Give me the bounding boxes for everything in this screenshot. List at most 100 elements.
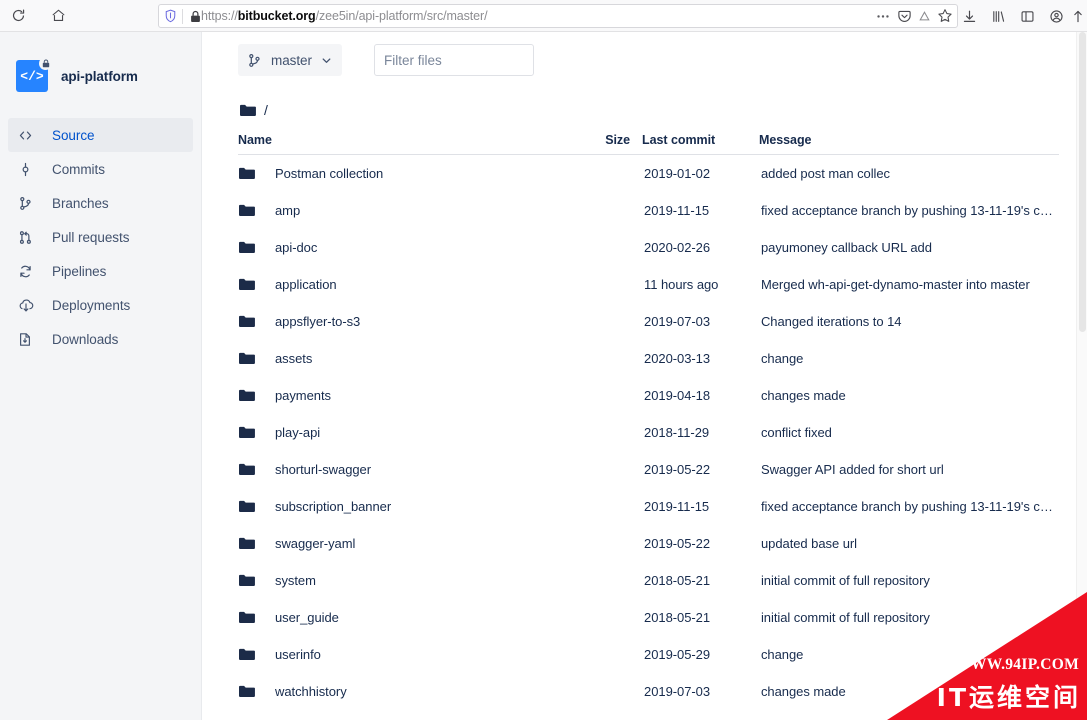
file-name-cell[interactable]: user_guide (238, 599, 574, 636)
table-row[interactable]: shorturl-swagger 2019-05-22 Swagger API ad… (238, 451, 1059, 488)
scrollbar-thumb[interactable] (1079, 32, 1086, 332)
tracking-protection-shield-icon[interactable] (164, 9, 177, 23)
urlbar-page-actions (875, 8, 957, 24)
sidebar-item-source[interactable]: Source (8, 118, 193, 152)
folder-icon (238, 536, 255, 551)
table-row[interactable]: amp 2019-11-15 fixed acceptance branch by … (238, 192, 1059, 229)
file-name-cell[interactable]: play-api (238, 414, 574, 451)
file-message[interactable]: initial commit of full repository (759, 562, 1059, 599)
urlbar-identity-box[interactable] (159, 8, 201, 24)
bookmark-star-icon[interactable] (937, 8, 953, 24)
file-message[interactable]: Merged wh-api-get-dynamo-master into mas… (759, 266, 1059, 303)
table-row[interactable]: appsflyer-to-s3 2019-07-03 Changed iterati… (238, 303, 1059, 340)
file-name[interactable]: appsflyer-to-s3 (275, 314, 360, 329)
table-row[interactable]: application 11 hours ago Merged wh-api-get… (238, 266, 1059, 303)
url-text[interactable]: https://bitbucket.org/zee5in/api-platfor… (201, 5, 875, 27)
file-name-cell[interactable]: shorturl-swagger (238, 451, 574, 488)
file-size (574, 525, 642, 562)
file-message[interactable]: Swagger API added for short url (759, 451, 1059, 488)
table-row[interactable]: assets 2020-03-13 change (238, 340, 1059, 377)
overflow-icon[interactable] (1071, 2, 1085, 30)
table-row[interactable]: watchhistory 2019-07-03 changes made (238, 673, 1059, 710)
file-message[interactable]: fixed acceptance branch by pushing 13-11… (759, 488, 1059, 525)
file-name-cell[interactable]: watchhistory (238, 673, 574, 710)
ellipsis-icon[interactable] (875, 9, 891, 23)
file-message[interactable]: change (759, 340, 1059, 377)
downloads-icon[interactable] (955, 2, 983, 30)
sidebar-item-deployments[interactable]: Deployments (8, 288, 193, 322)
file-message[interactable]: added post man collec (759, 155, 1059, 192)
file-name[interactable]: userinfo (275, 647, 321, 662)
file-last-commit: 2019-01-02 (644, 165, 711, 181)
file-message[interactable] (759, 710, 1059, 720)
repo-header[interactable]: </> api-platform (0, 32, 201, 102)
file-name[interactable]: application (275, 277, 337, 292)
file-name[interactable]: amp (275, 203, 300, 218)
file-name-cell[interactable]: appsflyer-to-s3 (238, 303, 574, 340)
file-message[interactable]: changes made (759, 377, 1059, 414)
file-name-cell[interactable]: api-doc (238, 229, 574, 266)
file-last-commit: 2018-05-21 (644, 609, 711, 625)
breadcrumb-root[interactable]: / (264, 102, 268, 118)
file-message[interactable]: Changed iterations to 14 (759, 303, 1059, 340)
padlock-icon[interactable] (190, 10, 201, 23)
library-icon[interactable] (984, 2, 1012, 30)
table-row[interactable]: payments 2019-04-18 changes made (238, 377, 1059, 414)
table-row[interactable]: user_guide 2018-05-21 initial commit of fu… (238, 599, 1059, 636)
account-icon[interactable] (1042, 2, 1070, 30)
filter-files-input[interactable] (373, 44, 534, 76)
reader-icon[interactable] (918, 10, 931, 23)
file-name[interactable]: Postman collection (275, 166, 383, 181)
file-name-cell[interactable]: swagger-yaml (238, 525, 574, 562)
sidebar-item-branches[interactable]: Branches (8, 186, 193, 220)
table-row[interactable]: swagger-yaml 2019-05-22 updated base url (238, 525, 1059, 562)
table-row[interactable]: userinfo 2019-05-29 change (238, 636, 1059, 673)
branch-icon (18, 196, 40, 211)
file-message[interactable]: payumoney callback URL add (759, 229, 1059, 266)
table-row[interactable]: api-doc 2020-02-26 payumoney callback URL … (238, 229, 1059, 266)
file-name-cell[interactable]: application (238, 266, 574, 303)
file-message[interactable]: fixed acceptance branch by pushing 13-11… (759, 192, 1059, 229)
file-name[interactable]: assets (275, 351, 312, 366)
page-scrollbar[interactable] (1076, 32, 1087, 720)
sidebar-item-commits[interactable]: Commits (8, 152, 193, 186)
home-icon[interactable] (44, 2, 72, 30)
file-name[interactable]: shorturl-swagger (275, 462, 371, 477)
file-message[interactable]: updated base url (759, 525, 1059, 562)
pocket-icon[interactable] (897, 9, 912, 24)
file-name[interactable]: watchhistory (275, 684, 347, 699)
file-name-cell[interactable]: userinfo (238, 636, 574, 673)
table-row[interactable]: azure-sdk-for-php [60fbbdae1bc9]40 B (238, 710, 1059, 720)
file-name-cell[interactable]: payments (238, 377, 574, 414)
file-name-cell[interactable]: azure-sdk-for-php [60fbbdae1bc9] (238, 710, 574, 720)
file-name-cell[interactable]: system (238, 562, 574, 599)
file-name[interactable]: api-doc (275, 240, 317, 255)
table-row[interactable]: system 2018-05-21 initial commit of full r… (238, 562, 1059, 599)
file-name-cell[interactable]: amp (238, 192, 574, 229)
file-name[interactable]: play-api (275, 425, 320, 440)
url-bar[interactable]: https://bitbucket.org/zee5in/api-platfor… (158, 4, 958, 28)
sidebar-item-pipelines[interactable]: Pipelines (8, 254, 193, 288)
file-name[interactable]: system (275, 573, 316, 588)
file-message[interactable]: changes made (759, 673, 1059, 710)
file-name[interactable]: swagger-yaml (275, 536, 355, 551)
file-name-cell[interactable]: Postman collection (238, 155, 574, 192)
file-name-cell[interactable]: assets (238, 340, 574, 377)
file-name[interactable]: user_guide (275, 610, 339, 625)
table-row[interactable]: subscription_banner 2019-11-15 fixed accep… (238, 488, 1059, 525)
table-row[interactable]: Postman collection 2019-01-02 added post m… (238, 155, 1059, 192)
file-message[interactable]: conflict fixed (759, 414, 1059, 451)
reload-icon[interactable] (4, 2, 32, 30)
file-name[interactable]: subscription_banner (275, 499, 391, 514)
sidebar-item-downloads[interactable]: Downloads (8, 322, 193, 356)
file-name[interactable]: payments (275, 388, 331, 403)
file-message[interactable]: initial commit of full repository (759, 599, 1059, 636)
file-name-cell[interactable]: subscription_banner (238, 488, 574, 525)
file-last-commit: 2019-05-22 (644, 461, 711, 477)
file-message[interactable]: change (759, 636, 1059, 673)
sidebar-item-pull-requests[interactable]: Pull requests (8, 220, 193, 254)
sidebars-icon[interactable] (1013, 2, 1041, 30)
table-row[interactable]: play-api 2018-11-29 conflict fixed (238, 414, 1059, 451)
branch-selector[interactable]: master (238, 44, 342, 76)
sidebar-nav: Source Commits Branches Pull requests Pi… (0, 118, 201, 356)
